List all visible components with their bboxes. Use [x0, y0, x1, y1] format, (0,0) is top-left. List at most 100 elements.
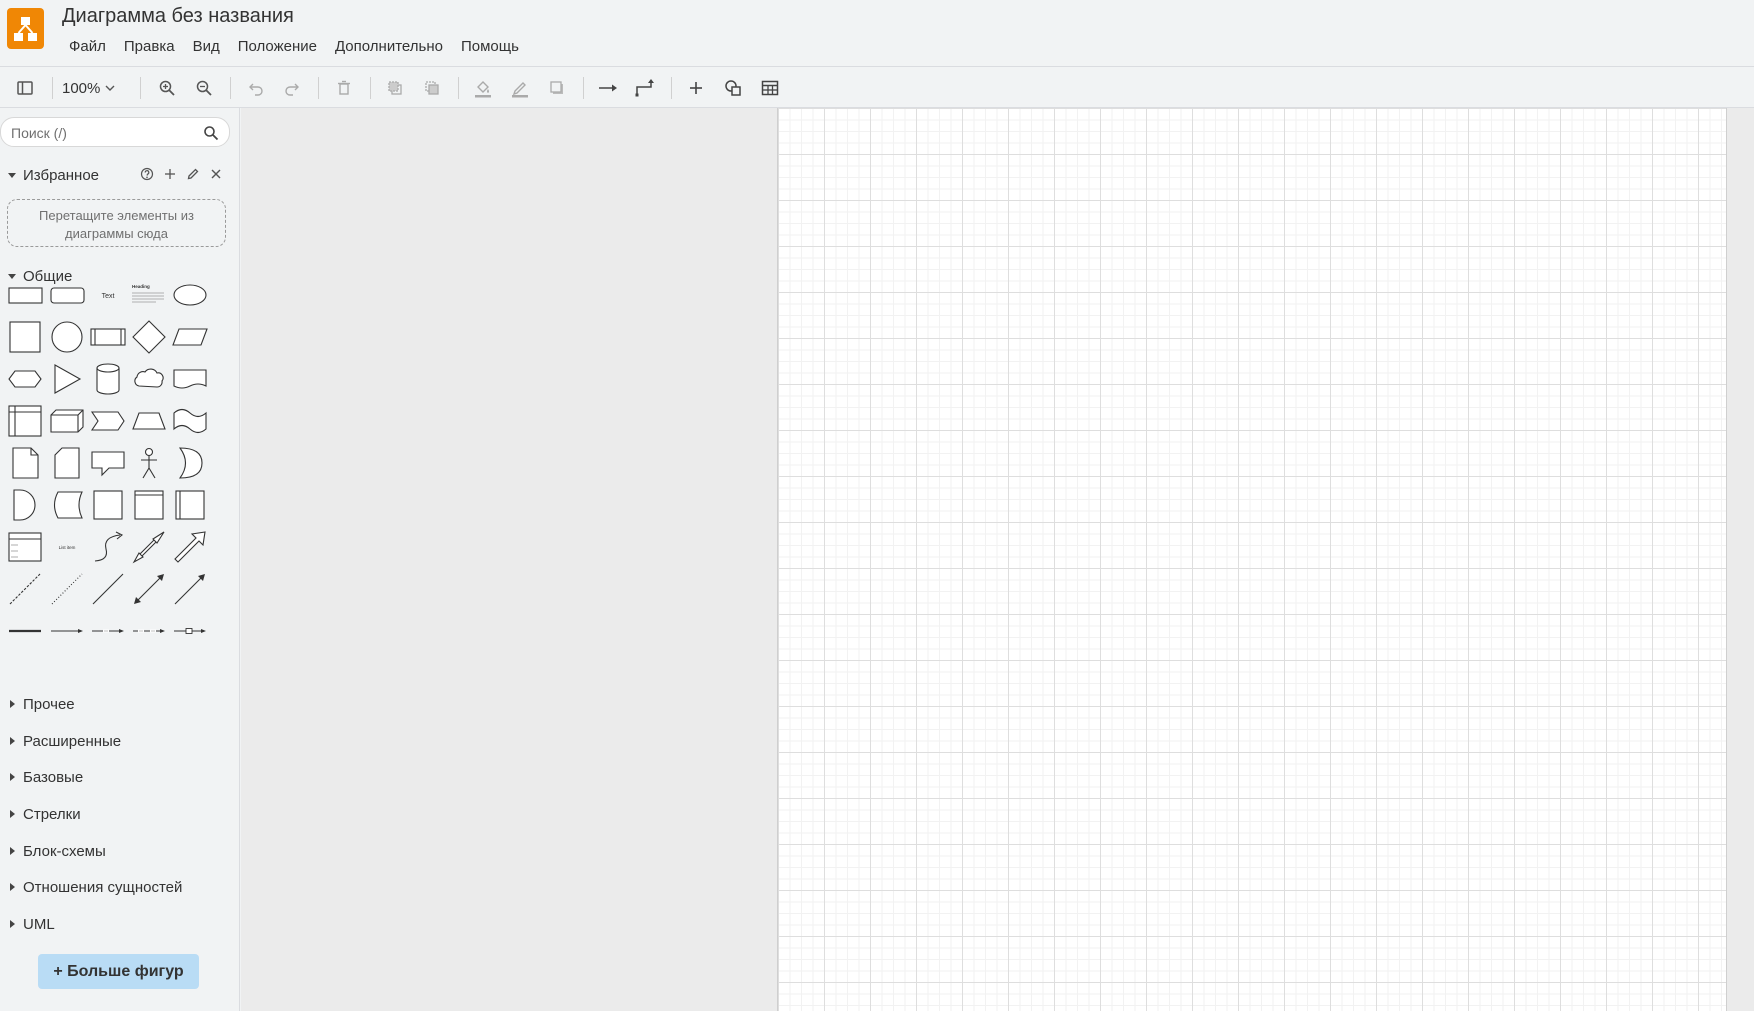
shape-bidirectional-connector[interactable]	[130, 570, 168, 608]
shape-directional-connector[interactable]	[171, 570, 209, 608]
waypoints-icon[interactable]	[631, 74, 659, 102]
help-icon[interactable]	[138, 165, 155, 182]
zoom-out-icon[interactable]	[190, 74, 218, 102]
shape-delay[interactable]	[6, 486, 44, 524]
diagram-canvas[interactable]	[241, 108, 1754, 1011]
edit-icon[interactable]	[184, 165, 201, 182]
section-favorites[interactable]: Избранное	[6, 164, 99, 186]
undo-icon[interactable]	[242, 74, 270, 102]
section-basic[interactable]: Базовые	[6, 766, 83, 788]
shape-process[interactable]	[89, 318, 127, 356]
shape-rectangle[interactable]	[6, 276, 44, 314]
document-title[interactable]: Диаграмма без названия	[62, 5, 294, 28]
shape-data-storage[interactable]	[48, 486, 86, 524]
search-box	[0, 117, 230, 147]
shape-link-with-node[interactable]	[171, 612, 209, 650]
search-icon[interactable]	[203, 125, 219, 141]
section-arrows[interactable]: Стрелки	[6, 803, 81, 825]
shape-trapezoid[interactable]	[130, 402, 168, 440]
toolbar: 100%	[0, 66, 1754, 108]
shape-line[interactable]	[89, 570, 127, 608]
drawio-app: Диаграмма без названия Файл Правка Вид П…	[0, 0, 1754, 1011]
shape-circle[interactable]	[48, 318, 86, 356]
insert-icon[interactable]	[682, 74, 710, 102]
shape-dotted-line[interactable]	[48, 570, 86, 608]
menu-view[interactable]: Вид	[184, 37, 229, 57]
triangle-right-icon	[10, 847, 15, 855]
shape-note[interactable]	[6, 444, 44, 482]
shape-cube[interactable]	[48, 402, 86, 440]
shape-labeled-link[interactable]	[89, 612, 127, 650]
to-front-icon[interactable]	[381, 74, 409, 102]
section-flowchart[interactable]: Блок-схемы	[6, 840, 106, 862]
drawio-logo-icon[interactable]	[7, 8, 44, 49]
shape-callout[interactable]	[89, 444, 127, 482]
to-back-icon[interactable]	[418, 74, 446, 102]
menu-arrange[interactable]: Положение	[229, 37, 326, 57]
shadow-icon[interactable]	[543, 74, 571, 102]
section-entity-relation[interactable]: Отношения сущностей	[6, 876, 182, 898]
shape-step[interactable]	[89, 402, 127, 440]
fill-color-icon[interactable]	[469, 74, 497, 102]
delete-icon[interactable]	[330, 74, 358, 102]
section-title: Базовые	[23, 768, 84, 786]
shape-list[interactable]	[6, 528, 44, 566]
shape-bidirectional-arrow[interactable]	[130, 528, 168, 566]
close-icon[interactable]	[207, 165, 224, 182]
shape-dashed-line[interactable]	[6, 570, 44, 608]
more-shapes-button[interactable]: + Больше фигур	[38, 954, 199, 989]
shape-document[interactable]	[171, 360, 209, 398]
favorites-dropzone[interactable]: Перетащите элементы из диаграммы сюда	[7, 199, 226, 247]
shape-link-arrow[interactable]	[48, 612, 86, 650]
shape-card[interactable]	[48, 444, 86, 482]
shape-container[interactable]	[89, 486, 127, 524]
zoom-dropdown[interactable]: 100%	[62, 76, 116, 100]
shape-vertical-swimlane[interactable]	[171, 486, 209, 524]
search-input[interactable]	[11, 123, 201, 143]
shape-cloud[interactable]	[130, 360, 168, 398]
shape-curve[interactable]	[89, 528, 127, 566]
add-icon[interactable]	[161, 165, 178, 182]
shape-cylinder[interactable]	[89, 360, 127, 398]
shape-actor[interactable]	[130, 444, 168, 482]
shape-square[interactable]	[6, 318, 44, 356]
zoom-in-icon[interactable]	[153, 74, 181, 102]
line-color-icon[interactable]	[506, 74, 534, 102]
shape-ellipse[interactable]	[171, 276, 209, 314]
section-misc[interactable]: Прочее	[6, 693, 75, 715]
shape-internal-storage[interactable]	[6, 402, 44, 440]
shape-double-labeled-link[interactable]	[130, 612, 168, 650]
section-title: Блок-схемы	[23, 842, 106, 860]
section-title: UML	[23, 915, 55, 933]
menu-file[interactable]: Файл	[60, 37, 115, 57]
shape-parallelogram[interactable]	[171, 318, 209, 356]
shape-diamond[interactable]	[130, 318, 168, 356]
shape-tape[interactable]	[171, 402, 209, 440]
diagram-page[interactable]	[777, 108, 1727, 1011]
shape-triangle[interactable]	[48, 360, 86, 398]
shape-arrow[interactable]	[171, 528, 209, 566]
section-advanced[interactable]: Расширенные	[6, 730, 121, 752]
sidebar-toggle-icon[interactable]	[11, 74, 39, 102]
menubar: Файл Правка Вид Положение Дополнительно …	[60, 37, 528, 57]
shape-textbox[interactable]: Heading	[130, 276, 168, 314]
menu-edit[interactable]: Правка	[115, 37, 184, 57]
shape-swimlane[interactable]	[130, 486, 168, 524]
table-icon[interactable]	[756, 74, 784, 102]
menu-help[interactable]: Помощь	[452, 37, 528, 57]
shape-list-item[interactable]: List item	[48, 528, 86, 566]
redo-icon[interactable]	[278, 74, 306, 102]
chevron-down-icon	[105, 85, 115, 91]
shape-rounded-rectangle[interactable]	[48, 276, 86, 314]
shape-thick-link[interactable]	[6, 612, 44, 650]
section-title: Стрелки	[23, 805, 81, 823]
shape-hexagon[interactable]	[6, 360, 44, 398]
shape-text[interactable]: Text	[89, 276, 127, 314]
shapes-icon[interactable]	[719, 74, 747, 102]
shapes-sidebar: Избранное Перетащите элементы из диаграм…	[0, 108, 240, 1011]
connection-icon[interactable]	[594, 74, 622, 102]
menu-extras[interactable]: Дополнительно	[326, 37, 452, 57]
shape-or[interactable]	[171, 444, 209, 482]
section-uml[interactable]: UML	[6, 913, 55, 935]
triangle-right-icon	[10, 737, 15, 745]
